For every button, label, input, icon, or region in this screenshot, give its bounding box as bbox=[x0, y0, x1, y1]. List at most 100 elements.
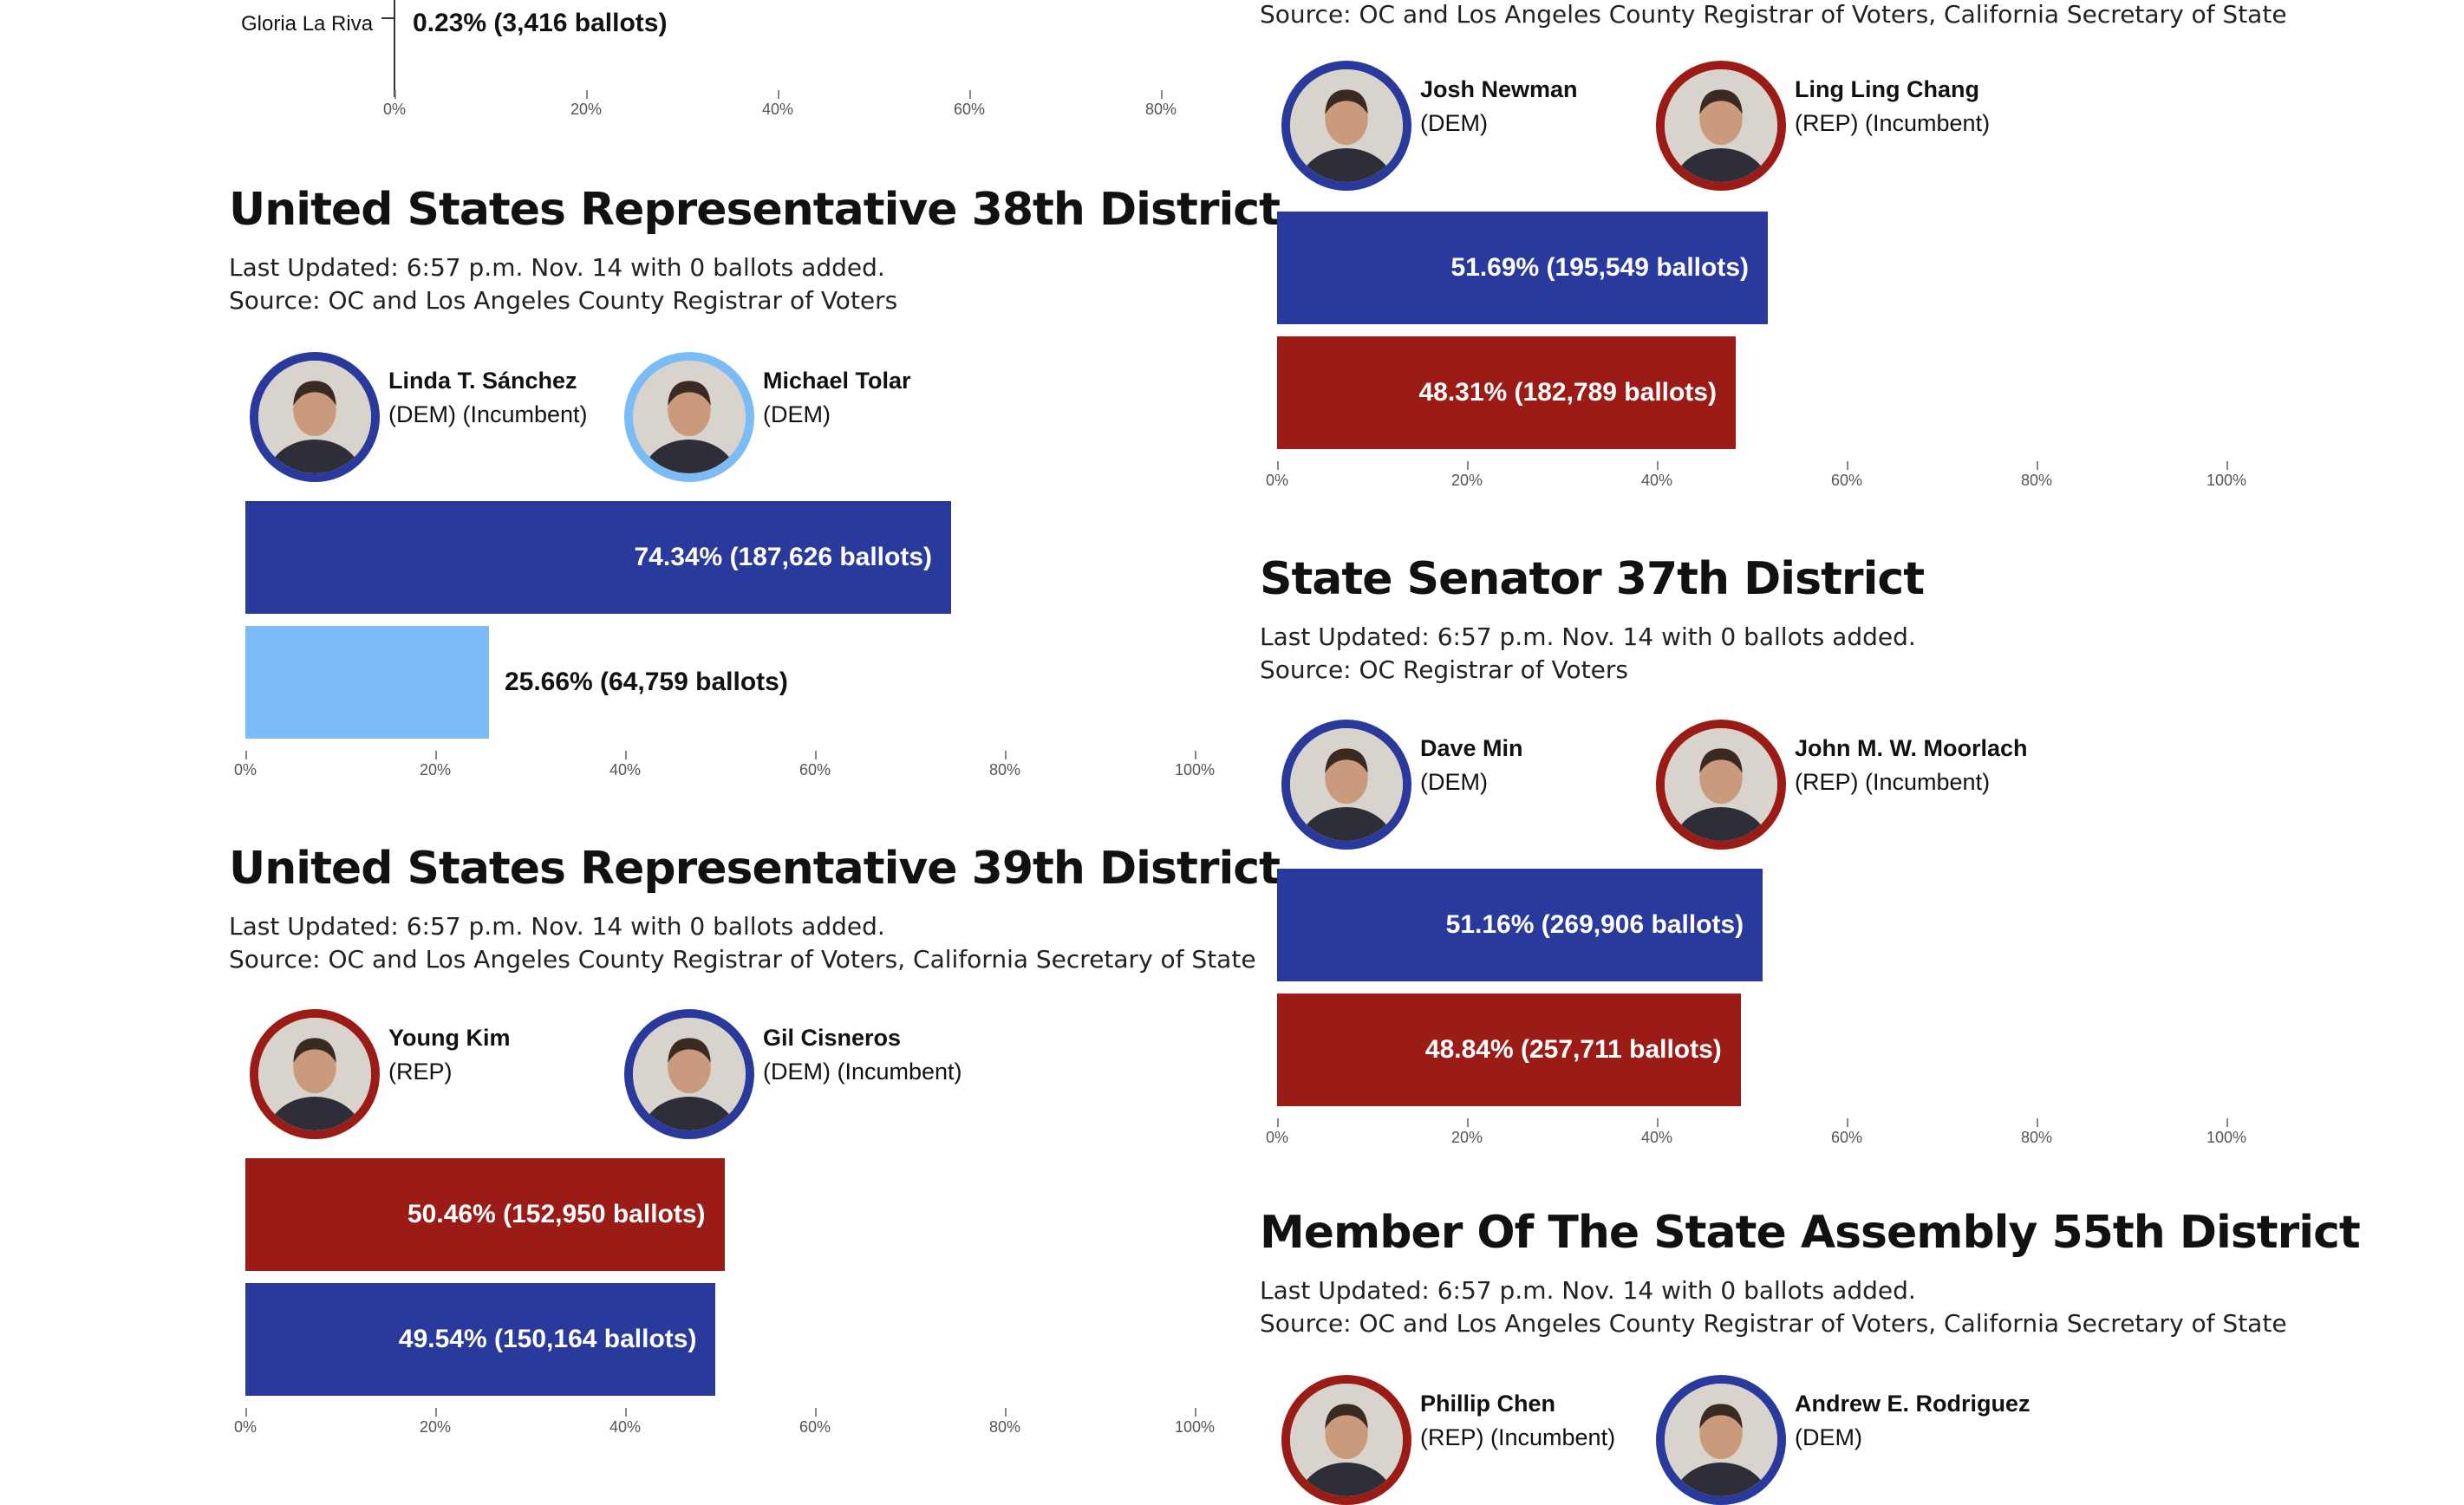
result-bar: 50.46% (152,950 ballots) bbox=[245, 1158, 725, 1271]
candidate-name: Andrew E. Rodriguez bbox=[1795, 1391, 2031, 1417]
axis-tick bbox=[1277, 1118, 1279, 1127]
candidate-photo-silhouette bbox=[1665, 69, 1777, 182]
axis-tick bbox=[969, 90, 971, 99]
axis-tick-label: 40% bbox=[609, 1418, 642, 1436]
candidate-photo-silhouette bbox=[1665, 728, 1777, 841]
candidate-photo-icon bbox=[624, 352, 754, 482]
axis-tick bbox=[2226, 461, 2228, 470]
candidate-name: Ling Ling Chang bbox=[1795, 76, 1979, 102]
race-state-senate-29-fragment: Source: OC and Los Angeles County Regist… bbox=[1248, 0, 2464, 520]
axis-tick bbox=[1657, 1118, 1659, 1127]
candidate-card: John M. W. Moorlach (REP) (Incumbent) bbox=[1656, 720, 2072, 850]
axis-tick-label: 20% bbox=[1450, 1129, 1483, 1146]
last-updated: Last Updated: 6:57 p.m. Nov. 14 with 0 b… bbox=[1260, 622, 1916, 651]
candidate-card: Phillip Chen (REP) (Incumbent) bbox=[1281, 1375, 1646, 1505]
axis-tick-label: 0% bbox=[382, 101, 407, 118]
candidate-photo-icon bbox=[1281, 720, 1411, 850]
candidate-name: Dave Min bbox=[1420, 735, 1523, 761]
result-bar: 48.31% (182,789 ballots) bbox=[1277, 336, 1736, 449]
candidate-name: Phillip Chen bbox=[1420, 1391, 1556, 1417]
race-assembly-55: Member Of The State Assembly 55th Distri… bbox=[1248, 1200, 2464, 1505]
candidate-photo-silhouette bbox=[1290, 728, 1403, 841]
race-title: Member Of The State Assembly 55th Distri… bbox=[1260, 1207, 2361, 1259]
axis-tick-label: 0% bbox=[1265, 472, 1289, 489]
candidate-photo-icon bbox=[1281, 1375, 1411, 1505]
candidate-photo-silhouette bbox=[258, 361, 371, 473]
candidate-name: John M. W. Moorlach bbox=[1795, 735, 2028, 761]
percent-axis: 0%20%40%60%80%100% bbox=[383, 90, 1372, 125]
result-label: 48.84% (257,711 ballots) bbox=[1424, 1035, 1722, 1064]
result-label: 74.34% (187,626 ballots) bbox=[634, 543, 933, 571]
candidate-photo-silhouette bbox=[1290, 69, 1403, 182]
race-us-rep-39: United States Representative 39th Distri… bbox=[0, 832, 1281, 1448]
axis-tick-label: 100% bbox=[1174, 761, 1216, 779]
candidate-party: (DEM) bbox=[1795, 1424, 1862, 1450]
axis-tick bbox=[1161, 90, 1163, 99]
axis-tick-label: 60% bbox=[1830, 1129, 1863, 1146]
percent-axis: 0%20%40%60%80%100% bbox=[234, 751, 1215, 785]
result-label: 48.31% (182,789 ballots) bbox=[1418, 378, 1717, 407]
candidate-photo-silhouette bbox=[1290, 1384, 1403, 1496]
race-meta: Last Updated: 6:57 p.m. Nov. 14 with 0 b… bbox=[229, 251, 897, 317]
race-meta: Last Updated: 6:57 p.m. Nov. 14 with 0 b… bbox=[229, 910, 1256, 976]
candidate-card: Josh Newman (DEM) bbox=[1281, 61, 1646, 191]
candidate-photo-silhouette bbox=[633, 361, 746, 473]
axis-tick-label: 0% bbox=[233, 761, 257, 779]
last-updated: Last Updated: 6:57 p.m. Nov. 14 with 0 b… bbox=[229, 912, 885, 941]
last-updated: Last Updated: 6:57 p.m. Nov. 14 with 0 b… bbox=[229, 253, 885, 282]
axis-tick bbox=[2226, 1118, 2228, 1127]
race-meta: Last Updated: 6:57 p.m. Nov. 14 with 0 b… bbox=[1260, 1274, 2287, 1340]
axis-tick bbox=[1847, 461, 1848, 470]
percent-axis: 0%20%40%60%80%100% bbox=[234, 1408, 1215, 1443]
axis-tick-label: 60% bbox=[799, 1418, 831, 1436]
candidate-party: (DEM) bbox=[763, 401, 831, 427]
axis-tick-label: 80% bbox=[2020, 472, 2053, 489]
axis-tick-label: 0% bbox=[233, 1418, 257, 1436]
source: Source: OC and Los Angeles County Regist… bbox=[229, 945, 1256, 974]
axis-tick-label: 40% bbox=[1640, 472, 1673, 489]
result-bar: 25.66% (64,759 ballots) bbox=[245, 626, 788, 739]
candidate-photo-icon bbox=[1281, 61, 1411, 191]
axis-tick bbox=[245, 1408, 247, 1417]
race-title: United States Representative 38th Distri… bbox=[229, 184, 1281, 236]
candidate-party: (REP) (Incumbent) bbox=[1795, 769, 1991, 795]
result-label: 51.16% (269,906 ballots) bbox=[1445, 910, 1744, 939]
result-label: 25.66% (64,759 ballots) bbox=[504, 668, 788, 696]
candidate-name: Josh Newman bbox=[1420, 76, 1578, 102]
candidate-card: Gil Cisneros (DEM) (Incumbent) bbox=[624, 1009, 1023, 1139]
result-bar: 74.34% (187,626 ballots) bbox=[245, 501, 952, 614]
axis-tick-label: 80% bbox=[2020, 1129, 2053, 1146]
axis-tick-label: 80% bbox=[988, 761, 1021, 779]
axis-tick-label: 40% bbox=[1640, 1129, 1673, 1146]
result-label: 51.69% (195,549 ballots) bbox=[1450, 253, 1749, 282]
axis-tick bbox=[1277, 461, 1279, 470]
source: Source: OC and Los Angeles County Regist… bbox=[1260, 0, 2287, 29]
candidate-card: Ling Ling Chang (REP) (Incumbent) bbox=[1656, 61, 2037, 191]
axis-tick bbox=[394, 90, 396, 99]
axis-tick bbox=[625, 751, 627, 759]
axis-tick bbox=[778, 90, 779, 99]
axis-tick-label: 20% bbox=[419, 1418, 452, 1436]
axis-tick-label: 80% bbox=[1144, 101, 1177, 118]
axis-tick bbox=[245, 751, 247, 759]
candidate-photo-icon bbox=[250, 352, 380, 482]
percent-axis: 0%20%40%60%80%100% bbox=[1266, 461, 2246, 496]
axis-tick bbox=[435, 751, 437, 759]
axis-baseline bbox=[381, 17, 394, 19]
result-label: 50.46% (152,950 ballots) bbox=[407, 1200, 706, 1228]
axis-tick-label: 40% bbox=[761, 101, 794, 118]
result-bar: 51.69% (195,549 ballots) bbox=[1277, 212, 1768, 324]
race-state-senate-37: State Senator 37th District Last Updated… bbox=[1248, 543, 2464, 1167]
candidate-photo-silhouette bbox=[258, 1018, 371, 1130]
race-meta: Last Updated: 6:57 p.m. Nov. 14 with 0 b… bbox=[1260, 621, 1916, 687]
axis-tick bbox=[625, 1408, 627, 1417]
axis-tick bbox=[815, 1408, 817, 1417]
last-updated: Last Updated: 6:57 p.m. Nov. 14 with 0 b… bbox=[1260, 1276, 1916, 1305]
axis-tick bbox=[1005, 751, 1007, 759]
candidate-name: Young Kim bbox=[388, 1025, 511, 1051]
candidate-name: Gil Cisneros bbox=[763, 1025, 902, 1051]
candidate-card: Dave Min (DEM) bbox=[1281, 720, 1646, 850]
axis-tick bbox=[1005, 1408, 1007, 1417]
axis-tick-label: 0% bbox=[1265, 1129, 1289, 1146]
axis-tick-label: 20% bbox=[1450, 472, 1483, 489]
